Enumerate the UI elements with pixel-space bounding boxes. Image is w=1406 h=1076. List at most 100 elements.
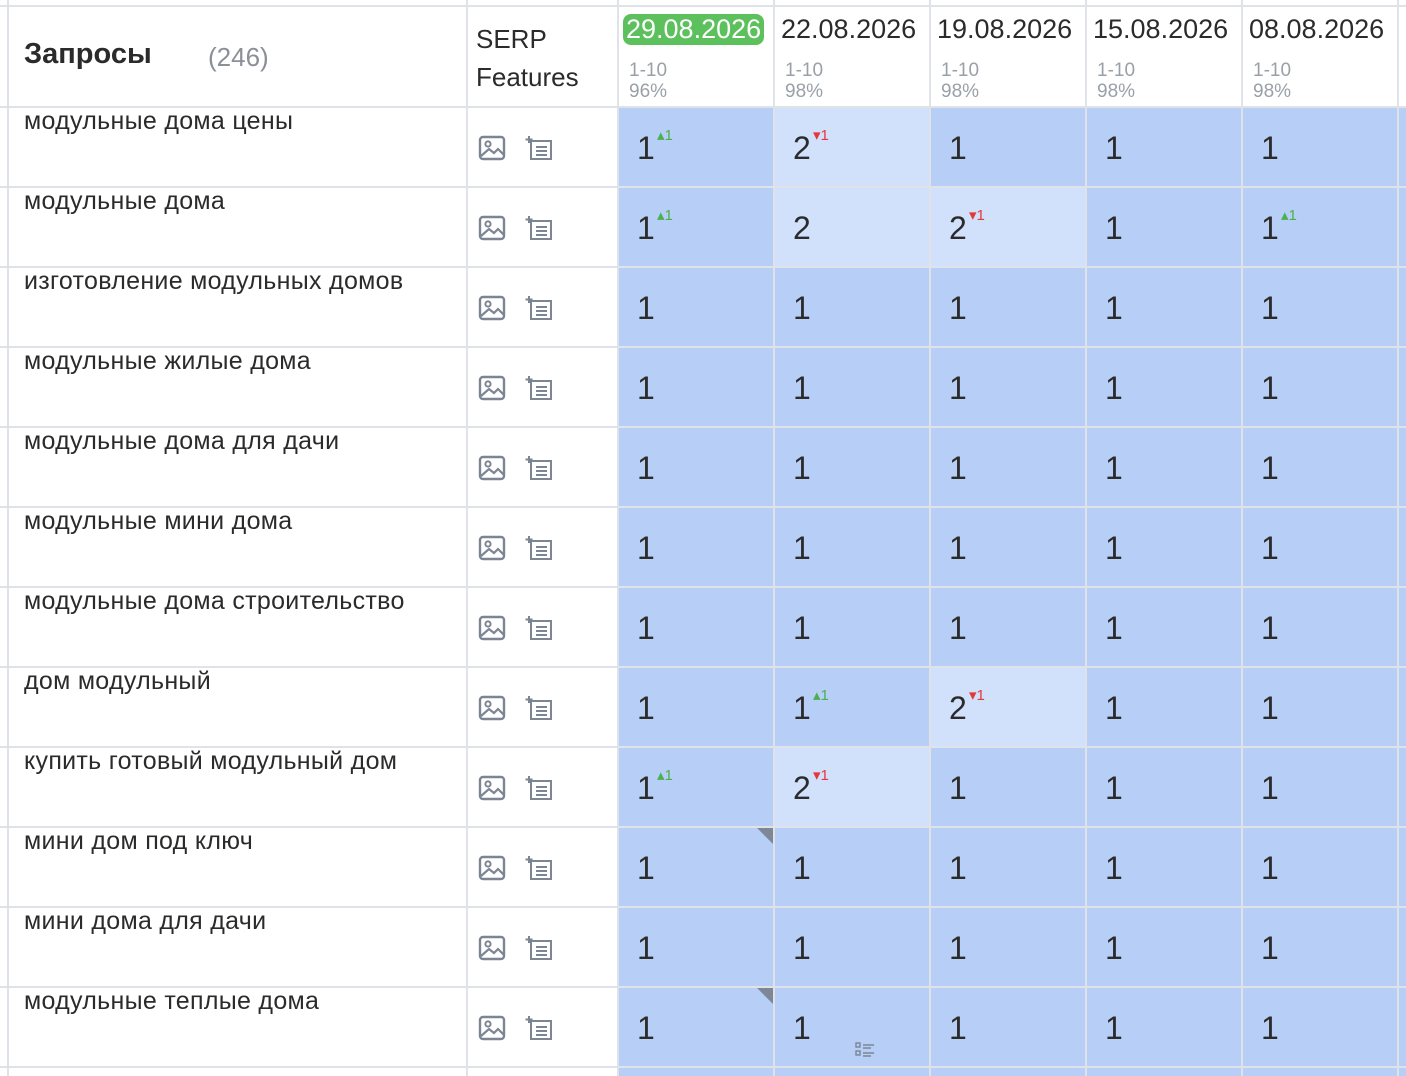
keyword-label[interactable]: модульные теплые дома (24, 988, 444, 1014)
position-cell[interactable]: 1 (1087, 828, 1241, 908)
position-cell[interactable]: 1 ▴1 (619, 188, 773, 268)
position-cell[interactable]: 2 (775, 188, 929, 268)
date-column-header[interactable]: 15.08.2026 1-10 98% (1087, 0, 1243, 106)
position-cell[interactable]: 1 (1087, 428, 1241, 508)
keyword-label[interactable]: модульные дома для дачи (24, 428, 444, 454)
date-column-header[interactable]: 08.08.2026 1-10 98% (1243, 0, 1399, 106)
position-cell[interactable]: 1 (931, 428, 1085, 508)
keyword-label[interactable]: модульные дома строительство (24, 588, 444, 614)
position-cell[interactable]: 1 (931, 588, 1085, 668)
keyword-label[interactable]: купить готовый модульный дом (24, 748, 444, 774)
position-cell[interactable]: 1 (931, 908, 1085, 988)
position-cell[interactable]: 1 (619, 588, 773, 668)
position-cell[interactable]: 1 (1087, 348, 1241, 428)
table-row[interactable]: модульные теплые дома 1 1 1 1 1 (0, 988, 1406, 1068)
position-cell[interactable]: 1 (1087, 188, 1241, 268)
position-cell[interactable]: 2 ▾1 (775, 748, 929, 828)
date-column-header[interactable]: 29.08.2026 1-10 96% (619, 0, 775, 106)
position-cell[interactable]: 2 ▾1 (931, 188, 1085, 268)
position-cell[interactable]: 1 (1087, 268, 1241, 348)
image-icon[interactable] (477, 613, 507, 643)
position-cell[interactable]: 1 (1087, 588, 1241, 668)
image-icon[interactable] (477, 453, 507, 483)
keyword-label[interactable]: дом модульный (24, 668, 444, 694)
image-icon[interactable] (477, 693, 507, 723)
image-icon[interactable] (477, 853, 507, 883)
date-label[interactable]: 08.08.2026 (1249, 14, 1384, 45)
position-cell[interactable]: 1 (775, 988, 929, 1068)
table-row[interactable]: мини дома для дачи 1 1 1 1 1 (0, 908, 1406, 988)
table-row[interactable]: модульные мини дома 1 1 1 1 1 (0, 508, 1406, 588)
position-cell[interactable]: 1 (775, 268, 929, 348)
keyword-label[interactable]: модульные дома цены (24, 108, 444, 134)
keyword-label[interactable]: модульные жилые дома (24, 348, 444, 374)
position-cell[interactable] (1087, 1068, 1241, 1076)
table-row[interactable]: модульные жилые дома 1 1 1 1 1 (0, 348, 1406, 428)
list-add-icon[interactable] (525, 1013, 555, 1043)
table-row[interactable]: дом модульный 1 1 ▴1 2 ▾1 1 1 (0, 668, 1406, 748)
list-add-icon[interactable] (525, 933, 555, 963)
table-row[interactable]: купить готовый модульный дом 1 ▴1 2 ▾1 1 1 1 (0, 748, 1406, 828)
position-cell[interactable]: 1 (931, 748, 1085, 828)
list-add-icon[interactable] (525, 373, 555, 403)
table-row[interactable]: изготовление модульных домов 1 1 1 1 1 (0, 268, 1406, 348)
keyword-label[interactable]: изготовление модульных домов (24, 268, 444, 294)
position-cell[interactable]: 1 (1243, 108, 1397, 188)
position-cell[interactable]: 1 (1087, 748, 1241, 828)
position-cell[interactable]: 1 (775, 428, 929, 508)
date-label[interactable]: 19.08.2026 (937, 14, 1072, 45)
list-add-icon[interactable] (525, 133, 555, 163)
list-add-icon[interactable] (525, 693, 555, 723)
position-cell[interactable]: 1 (1243, 748, 1397, 828)
image-icon[interactable] (477, 293, 507, 323)
position-cell[interactable]: 1 (619, 668, 773, 748)
position-cell[interactable]: 1 (1243, 988, 1397, 1068)
date-column-header[interactable]: 22.08.2026 1-10 98% (775, 0, 931, 106)
position-cell[interactable]: 1 (1087, 668, 1241, 748)
position-cell[interactable]: 1 (1087, 108, 1241, 188)
position-cell[interactable]: 1 (1243, 428, 1397, 508)
position-cell[interactable]: 2 ▾1 (775, 108, 929, 188)
image-icon[interactable] (477, 373, 507, 403)
position-cell[interactable] (931, 1068, 1085, 1076)
position-cell[interactable]: 1 (619, 348, 773, 428)
comment-corner-marker[interactable] (757, 988, 773, 1004)
position-cell[interactable]: 1 (1243, 268, 1397, 348)
position-cell[interactable]: 1 (931, 988, 1085, 1068)
list-add-icon[interactable] (525, 533, 555, 563)
position-cell[interactable] (775, 1068, 929, 1076)
list-add-icon[interactable] (525, 853, 555, 883)
position-cell[interactable]: 1 (931, 268, 1085, 348)
position-cell[interactable]: 1 (931, 348, 1085, 428)
list-add-icon[interactable] (525, 773, 555, 803)
position-cell[interactable]: 1 (775, 508, 929, 588)
image-icon[interactable] (477, 533, 507, 563)
position-cell[interactable]: 1 ▴1 (775, 668, 929, 748)
position-cell[interactable]: 1 (619, 508, 773, 588)
position-cell[interactable]: 1 (1087, 908, 1241, 988)
image-icon[interactable] (477, 773, 507, 803)
position-cell[interactable]: 1 (619, 908, 773, 988)
list-add-icon[interactable] (525, 453, 555, 483)
table-row[interactable]: модульные дома строительство 1 1 1 1 1 (0, 588, 1406, 668)
keyword-label[interactable]: модульные дома (24, 188, 444, 214)
position-cell[interactable]: 1 (931, 508, 1085, 588)
position-cell[interactable]: 1 (1243, 828, 1397, 908)
position-cell[interactable]: 1 (1243, 508, 1397, 588)
table-row[interactable]: модульные дома для дачи 1 1 1 1 1 (0, 428, 1406, 508)
position-cell[interactable]: 1 (1087, 508, 1241, 588)
position-cell[interactable]: 1 (775, 908, 929, 988)
date-label[interactable]: 22.08.2026 (781, 14, 916, 45)
position-cell[interactable]: 1 (1087, 988, 1241, 1068)
image-icon[interactable] (477, 213, 507, 243)
table-row[interactable]: модульные дома цены 1 ▴1 2 ▾1 1 1 1 (0, 108, 1406, 188)
position-cell[interactable]: 1 (619, 268, 773, 348)
position-cell[interactable]: 1 (775, 588, 929, 668)
list-add-icon[interactable] (525, 213, 555, 243)
position-cell[interactable]: 2 ▾1 (931, 668, 1085, 748)
position-cell[interactable]: 1 (775, 828, 929, 908)
image-icon[interactable] (477, 933, 507, 963)
date-column-header[interactable]: 19.08.2026 1-10 98% (931, 0, 1087, 106)
image-icon[interactable] (477, 1013, 507, 1043)
table-row[interactable]: мини дом под ключ 1 1 1 1 1 (0, 828, 1406, 908)
